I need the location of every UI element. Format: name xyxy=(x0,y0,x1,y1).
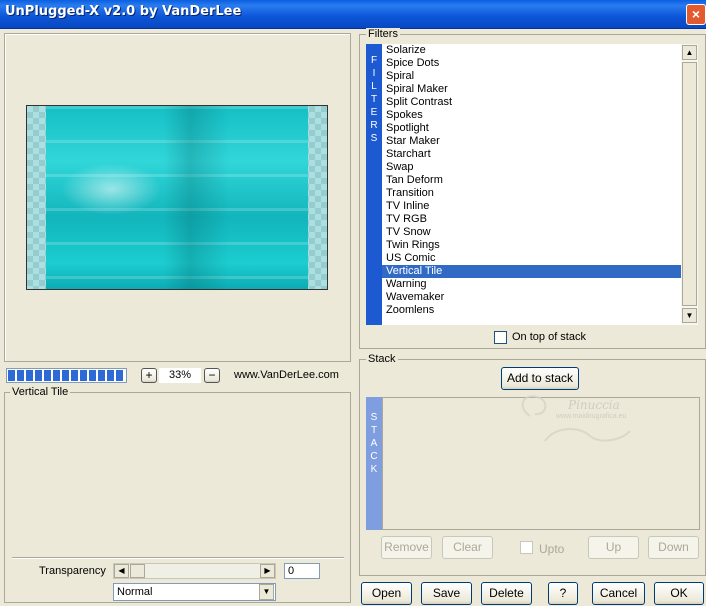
filters-sidebar-label: FILTERS xyxy=(370,55,378,144)
filter-list-item[interactable]: Transition xyxy=(382,187,681,200)
settings-legend: Vertical Tile xyxy=(10,386,71,398)
upto-checkbox[interactable] xyxy=(520,541,533,554)
blend-mode-select[interactable]: Normal ▼ xyxy=(113,583,276,601)
scroll-up-icon[interactable]: ▲ xyxy=(682,45,697,60)
up-button[interactable]: Up xyxy=(588,536,639,559)
transparency-slider[interactable]: ◀ ▶ xyxy=(113,563,276,579)
title-bar: UnPlugged-X v2.0 by VanDerLee × xyxy=(0,0,706,29)
filter-list[interactable]: Solarize Spice Dots Spiral Spiral Maker Spli… xyxy=(382,44,681,325)
close-icon: × xyxy=(691,6,701,22)
slider-right-icon[interactable]: ▶ xyxy=(260,564,275,578)
ok-button[interactable]: OK xyxy=(654,582,704,605)
preview-overlay-strip xyxy=(308,106,327,289)
plus-icon: + xyxy=(145,368,153,382)
preview-texture xyxy=(46,106,308,289)
filter-list-item[interactable]: Spokes xyxy=(382,109,681,122)
on-top-label: On top of stack xyxy=(512,331,586,343)
remove-button[interactable]: Remove xyxy=(381,536,432,559)
on-top-checkbox[interactable] xyxy=(494,331,507,344)
dropdown-arrow-icon[interactable]: ▼ xyxy=(259,584,274,600)
transparency-input[interactable]: 0 xyxy=(284,563,320,579)
slider-left-icon[interactable]: ◀ xyxy=(114,564,129,578)
slider-thumb[interactable] xyxy=(130,564,145,578)
filter-list-item[interactable]: Spiral xyxy=(382,70,681,83)
zoom-in-button[interactable]: + xyxy=(141,368,157,383)
filter-list-item[interactable]: Starchart xyxy=(382,148,681,161)
open-button[interactable]: Open xyxy=(361,582,412,605)
filter-list-item[interactable]: TV Snow xyxy=(382,226,681,239)
filters-sidebar: FILTERS xyxy=(366,44,382,325)
delete-button[interactable]: Delete xyxy=(481,582,532,605)
filter-list-item[interactable]: Solarize xyxy=(382,44,681,57)
filter-list-item[interactable]: TV Inline xyxy=(382,200,681,213)
filter-list-item[interactable]: US Comic xyxy=(382,252,681,265)
save-button[interactable]: Save xyxy=(421,582,472,605)
website-link[interactable]: www.VanDerLee.com xyxy=(234,369,339,381)
minus-icon: − xyxy=(208,368,216,382)
window-title: UnPlugged-X v2.0 by VanDerLee xyxy=(5,4,242,19)
filter-list-item[interactable]: Spice Dots xyxy=(382,57,681,70)
down-button[interactable]: Down xyxy=(648,536,699,559)
scroll-down-icon[interactable]: ▼ xyxy=(682,308,697,323)
filter-list-item[interactable]: Twin Rings xyxy=(382,239,681,252)
preview-image[interactable] xyxy=(26,105,328,290)
transparency-label: Transparency xyxy=(39,565,106,577)
cancel-button[interactable]: Cancel xyxy=(592,582,645,605)
filter-list-item[interactable]: Spotlight xyxy=(382,122,681,135)
help-button[interactable]: ? xyxy=(548,582,578,605)
filter-list-item[interactable]: Wavemaker xyxy=(382,291,681,304)
filter-list-item[interactable]: Warning xyxy=(382,278,681,291)
zoom-value: 33% xyxy=(168,369,192,381)
filters-legend: Filters xyxy=(366,28,400,40)
filter-list-item[interactable]: Swap xyxy=(382,161,681,174)
preview-overlay-strip xyxy=(27,106,46,289)
filter-list-item[interactable]: Zoomlens xyxy=(382,304,681,317)
filter-list-item[interactable]: Star Maker xyxy=(382,135,681,148)
settings-divider xyxy=(12,557,344,559)
filter-scrollbar[interactable]: ▲ ▼ xyxy=(681,44,698,325)
upto-label: Upto xyxy=(539,542,565,556)
filter-list-item[interactable]: Split Contrast xyxy=(382,96,681,109)
stack-sidebar: STACK xyxy=(366,397,382,530)
filter-list-item[interactable]: Vertical Tile xyxy=(382,265,681,278)
scroll-thumb[interactable] xyxy=(682,62,697,306)
clear-button[interactable]: Clear xyxy=(442,536,493,559)
zoom-out-button[interactable]: − xyxy=(204,368,220,383)
transparency-value: 0 xyxy=(288,565,295,577)
stack-sidebar-label: STACK xyxy=(370,412,378,475)
progress-bar xyxy=(6,368,127,383)
close-button[interactable]: × xyxy=(686,4,706,25)
stack-legend: Stack xyxy=(366,353,398,365)
blend-mode-value: Normal xyxy=(117,586,153,598)
watermark-swirl-icon xyxy=(521,395,631,442)
filter-list-item[interactable]: TV RGB xyxy=(382,213,681,226)
progress-fill xyxy=(8,370,125,381)
watermark: Pinuccia www.maidirugrafica.eu xyxy=(510,386,680,456)
zoom-field[interactable]: 33% xyxy=(159,368,201,383)
filter-list-item[interactable]: Spiral Maker xyxy=(382,83,681,96)
filter-list-item[interactable]: Tan Deform xyxy=(382,174,681,187)
